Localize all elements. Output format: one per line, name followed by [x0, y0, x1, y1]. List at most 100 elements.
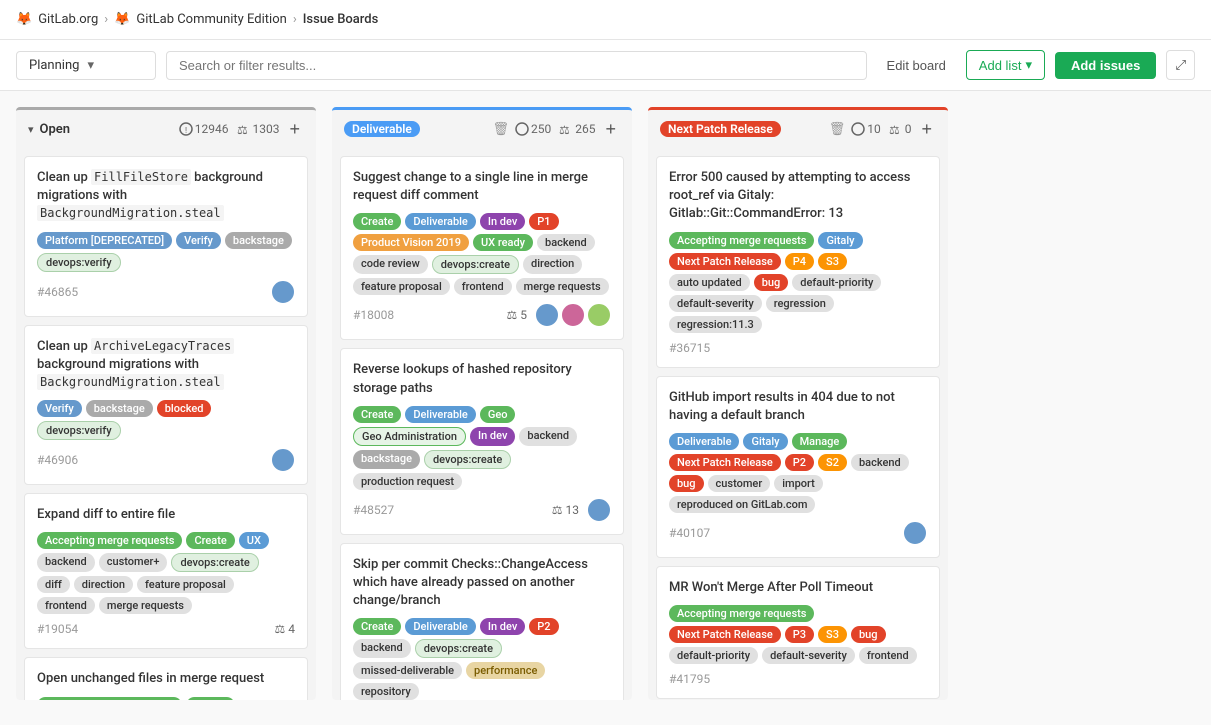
tag-item[interactable]: feature proposal — [137, 576, 234, 593]
tag-item[interactable]: Deliverable — [405, 406, 475, 423]
tag-item[interactable]: regression:11.3 — [669, 316, 762, 333]
tag-item[interactable]: devops:create — [415, 639, 502, 658]
tag-item[interactable]: performance — [466, 662, 545, 679]
nav-org-link[interactable]: GitLab.org — [38, 12, 98, 27]
tag-item[interactable]: Product Vision 2019 — [353, 234, 469, 251]
tag-item[interactable]: Verify — [176, 232, 221, 249]
tag-item[interactable]: bug — [851, 626, 886, 643]
tag-item[interactable]: default-severity — [669, 295, 762, 312]
tag-item[interactable]: frontend — [454, 278, 512, 295]
tag-item[interactable]: Create — [353, 406, 401, 423]
tag-item[interactable]: direction — [523, 255, 582, 274]
tag-item[interactable]: code review — [353, 255, 428, 274]
tag-item[interactable]: frontend — [859, 647, 917, 664]
tag-item[interactable]: devops:create — [432, 255, 519, 274]
tag-item[interactable]: Accepting merge requests — [37, 532, 182, 549]
tag-item[interactable]: Create — [353, 213, 401, 230]
tag-item[interactable]: merge requests — [516, 278, 609, 295]
tag-item[interactable]: backstage — [86, 400, 153, 417]
tag-item[interactable]: backend — [519, 427, 577, 446]
tag-item[interactable]: Manage — [792, 433, 848, 450]
tag-item[interactable]: Accepting merge requests — [37, 697, 182, 701]
tag-item[interactable]: In dev — [470, 427, 515, 446]
tag-item[interactable]: Next Patch Release — [669, 454, 781, 471]
tag-item[interactable]: devops:create — [424, 450, 511, 469]
table-row[interactable]: Clean up FillFileStore background migrat… — [24, 156, 308, 317]
tag-item[interactable]: backend — [851, 454, 909, 471]
tag-item[interactable]: S3 — [818, 253, 847, 270]
collapse-icon[interactable]: ▾ — [28, 123, 34, 136]
tag-item[interactable]: backend — [37, 553, 95, 572]
col-add-button[interactable]: + — [917, 120, 936, 138]
tag-item[interactable]: bug — [754, 274, 789, 291]
tag-item[interactable]: regression — [766, 295, 834, 312]
tag-item[interactable]: default-severity — [762, 647, 855, 664]
tag-item[interactable]: devops:verify — [37, 253, 121, 272]
tag-item[interactable]: Gitaly — [743, 433, 787, 450]
tag-item[interactable]: Accepting merge requests — [669, 232, 814, 249]
tag-item[interactable]: auto updated — [669, 274, 750, 291]
tag-item[interactable]: production request — [353, 473, 462, 490]
tag-item[interactable]: UX — [239, 532, 269, 549]
col-add-button[interactable]: + — [601, 120, 620, 138]
tag-item[interactable]: devops:create — [171, 553, 258, 572]
col-trash-button[interactable]: 🗑 — [829, 121, 846, 137]
tag-item[interactable]: missed-deliverable — [353, 662, 462, 679]
tag-item[interactable]: blocked — [157, 400, 212, 417]
tag-item[interactable]: Next Patch Release — [669, 626, 781, 643]
tag-item[interactable]: Platform [DEPRECATED] — [37, 232, 172, 249]
tag-item[interactable]: Deliverable — [405, 618, 475, 635]
tag-item[interactable]: Create — [186, 697, 234, 701]
table-row[interactable]: Clean up ArchiveLegacyTraces background … — [24, 325, 308, 486]
tag-item[interactable]: P4 — [785, 253, 814, 270]
tag-item[interactable]: bug — [669, 475, 704, 492]
tag-item[interactable]: backend — [537, 234, 595, 251]
table-row[interactable]: MR Won't Merge After Poll Timeout Accept… — [656, 566, 940, 699]
tag-item[interactable]: Next Patch Release — [669, 253, 781, 270]
table-row[interactable]: Reverse lookups of hashed repository sto… — [340, 348, 624, 534]
tag-item[interactable]: UX ready — [473, 234, 533, 251]
tag-item[interactable]: reproduced on GitLab.com — [669, 496, 815, 513]
tag-item[interactable]: customer+ — [99, 553, 168, 572]
fullscreen-button[interactable]: ⤢ — [1166, 50, 1195, 80]
tag-item[interactable]: Create — [186, 532, 234, 549]
col-add-button[interactable]: + — [285, 120, 304, 138]
tag-item[interactable]: backstage — [225, 232, 292, 249]
table-row[interactable]: Expand diff to entire file Accepting mer… — [24, 493, 308, 649]
tag-item[interactable]: Gitaly — [818, 232, 862, 249]
tag-item[interactable]: feature proposal — [353, 278, 450, 295]
tag-item[interactable]: import — [774, 475, 823, 492]
tag-item[interactable]: backend — [353, 639, 411, 658]
table-row[interactable]: Suggest change to a single line in merge… — [340, 156, 624, 340]
tag-item[interactable]: In dev — [480, 618, 525, 635]
add-list-button[interactable]: Add list ▾ — [966, 50, 1045, 80]
planning-dropdown[interactable]: Planning ▾ — [16, 51, 156, 80]
tag-item[interactable]: P1 — [529, 213, 558, 230]
tag-item[interactable]: P2 — [529, 618, 558, 635]
table-row[interactable]: Error 500 caused by attempting to access… — [656, 156, 940, 368]
table-row[interactable]: Open unchanged files in merge request Ac… — [24, 657, 308, 700]
add-issues-button[interactable]: Add issues — [1055, 52, 1156, 79]
tag-item[interactable]: default-priority — [669, 647, 758, 664]
tag-item[interactable]: frontend — [37, 597, 95, 614]
tag-item[interactable]: diff — [37, 576, 70, 593]
nav-project-link[interactable]: GitLab Community Edition — [136, 12, 286, 27]
tag-item[interactable]: direction — [74, 576, 133, 593]
tag-item[interactable]: Deliverable — [669, 433, 739, 450]
tag-item[interactable]: Create — [353, 618, 401, 635]
tag-item[interactable]: repository — [353, 683, 419, 700]
table-row[interactable]: GitHub import results in 404 due to not … — [656, 376, 940, 558]
tag-item[interactable]: customer — [708, 475, 771, 492]
tag-item[interactable]: backstage — [353, 450, 420, 469]
tag-item[interactable]: P2 — [785, 454, 814, 471]
tag-item[interactable]: In dev — [480, 213, 525, 230]
tag-item[interactable]: Deliverable — [405, 213, 475, 230]
edit-board-button[interactable]: Edit board — [877, 52, 956, 79]
tag-item[interactable]: Verify — [37, 400, 82, 417]
tag-item[interactable]: Accepting merge requests — [669, 605, 814, 622]
tag-item[interactable]: S3 — [818, 626, 847, 643]
tag-item[interactable]: default-priority — [792, 274, 881, 291]
tag-item[interactable]: P3 — [785, 626, 814, 643]
tag-item[interactable]: devops:verify — [37, 421, 121, 440]
table-row[interactable]: Skip per commit Checks::ChangeAccess whi… — [340, 543, 624, 700]
